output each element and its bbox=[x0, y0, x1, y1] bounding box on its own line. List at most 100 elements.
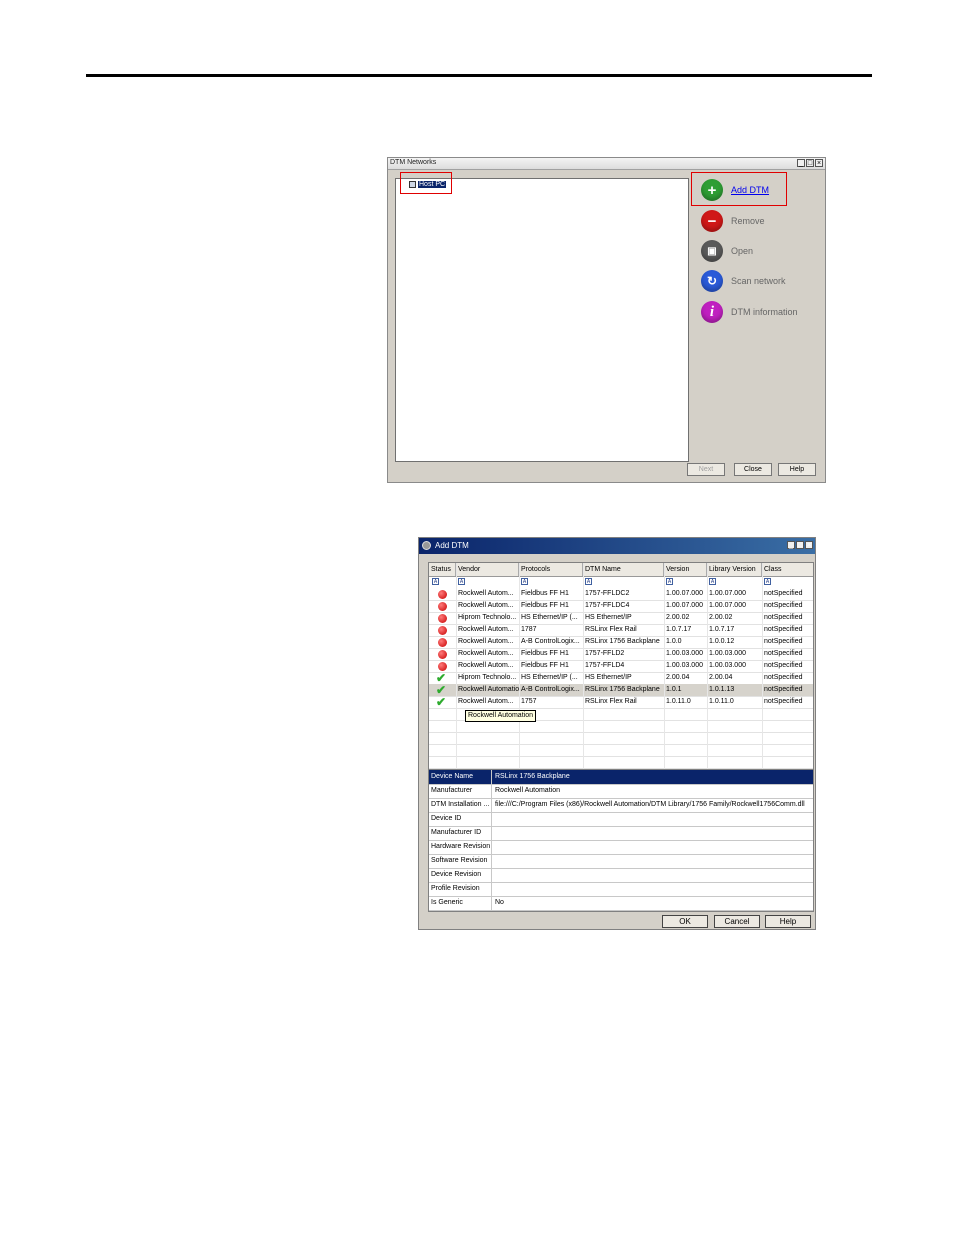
property-key: Manufacturer ID bbox=[429, 826, 492, 840]
protocol-cell: A-B ControlLogix... bbox=[521, 686, 580, 693]
error-icon bbox=[438, 614, 447, 623]
grid-column-divider bbox=[456, 563, 457, 769]
scan-network-button[interactable]: ↻ Scan network bbox=[701, 270, 786, 292]
remove-button[interactable]: − Remove bbox=[701, 210, 765, 232]
dtm-name-cell: 1757-FFLDC4 bbox=[585, 602, 630, 609]
filter-icon[interactable]: A bbox=[585, 578, 592, 585]
minus-icon: − bbox=[701, 210, 723, 232]
property-key: Device ID bbox=[429, 812, 492, 826]
version-cell: 1.0.11.0 bbox=[666, 698, 691, 705]
dtm-name-cell: HS Ethernet/IP bbox=[585, 674, 632, 681]
filter-icon[interactable]: A bbox=[432, 578, 439, 585]
vendor-cell: Rockwell Autom... bbox=[458, 590, 514, 597]
action-label: Scan network bbox=[731, 276, 786, 286]
property-row[interactable]: Profile Revision bbox=[429, 882, 813, 897]
help-button[interactable]: Help bbox=[778, 463, 816, 476]
property-value bbox=[493, 812, 813, 826]
filter-icon[interactable]: A bbox=[709, 578, 716, 585]
protocol-cell: 1757 bbox=[521, 698, 537, 705]
property-key: Manufacturer bbox=[429, 784, 492, 798]
dtm-name-cell: RSLinx Flex Rail bbox=[585, 698, 637, 705]
library-version-cell: 2.00.04 bbox=[709, 674, 733, 681]
minimize-icon[interactable]: _ bbox=[797, 159, 805, 167]
class-cell: notSpecified bbox=[764, 650, 803, 657]
filter-icon[interactable]: A bbox=[521, 578, 528, 585]
column-header-protocols[interactable]: Protocols bbox=[519, 563, 583, 576]
filter-icon[interactable]: A bbox=[764, 578, 771, 585]
close-button[interactable]: Close bbox=[734, 463, 772, 476]
empty-row bbox=[429, 756, 813, 769]
property-row[interactable]: DTM Installation ... file:///C:/Program F… bbox=[429, 798, 813, 813]
version-cell: 1.0.0 bbox=[666, 638, 682, 645]
network-tree[interactable]: Host PC bbox=[395, 178, 689, 462]
error-icon bbox=[438, 602, 447, 611]
vendor-cell: Rockwell Autom... bbox=[458, 638, 514, 645]
version-cell: 1.00.03.000 bbox=[666, 650, 703, 657]
version-cell: 2.00.02 bbox=[666, 614, 690, 621]
protocol-cell: Fieldbus FF H1 bbox=[521, 650, 569, 657]
dtm-name-cell: RSLinx 1756 Backplane bbox=[585, 638, 660, 645]
dtm-name-cell: 1757-FFLD4 bbox=[585, 662, 625, 669]
class-cell: notSpecified bbox=[764, 626, 803, 633]
vendor-cell: Rockwell Automation bbox=[458, 686, 519, 693]
maximize-icon[interactable]: □ bbox=[806, 159, 814, 167]
library-version-cell: 1.00.03.000 bbox=[709, 650, 746, 657]
vendor-cell: Rockwell Autom... bbox=[458, 698, 514, 705]
property-row[interactable]: Hardware Revision bbox=[429, 840, 813, 855]
close-icon[interactable]: × bbox=[805, 541, 813, 549]
vendor-cell: Rockwell Autom... bbox=[458, 650, 514, 657]
column-header-dtm-name[interactable]: DTM Name bbox=[583, 563, 664, 576]
dtm-name-cell: 1757-FFLD2 bbox=[585, 650, 625, 657]
property-row[interactable]: Device Name RSLinx 1756 Backplane bbox=[429, 770, 813, 785]
filter-icon[interactable]: A bbox=[458, 578, 465, 585]
column-header-status[interactable]: Status bbox=[429, 563, 456, 576]
help-button[interactable]: Help bbox=[765, 915, 811, 928]
property-row[interactable]: Is Generic No bbox=[429, 896, 813, 911]
cancel-button[interactable]: Cancel bbox=[714, 915, 760, 928]
vendor-cell: Hiprom Technolo... bbox=[458, 614, 517, 621]
vendor-cell: Rockwell Autom... bbox=[458, 662, 514, 669]
error-icon bbox=[438, 650, 447, 659]
property-key: Profile Revision bbox=[429, 882, 492, 896]
filter-icon[interactable]: A bbox=[666, 578, 673, 585]
maximize-icon[interactable]: □ bbox=[796, 541, 804, 549]
property-value: No bbox=[495, 899, 504, 906]
error-icon bbox=[438, 662, 447, 671]
dtm-information-button[interactable]: i DTM information bbox=[701, 301, 798, 323]
protocol-cell: Fieldbus FF H1 bbox=[521, 602, 569, 609]
info-icon: i bbox=[701, 301, 723, 323]
version-cell: 1.00.03.000 bbox=[666, 662, 703, 669]
column-header-class[interactable]: Class bbox=[762, 563, 813, 576]
dtm-networks-window: DTM Networks _ □ × Host PC + Add DTM − R… bbox=[387, 157, 826, 483]
close-icon[interactable]: × bbox=[815, 159, 823, 167]
open-button[interactable]: ▣ Open bbox=[701, 240, 753, 262]
minimize-icon[interactable]: _ bbox=[787, 541, 795, 549]
class-cell: notSpecified bbox=[764, 698, 803, 705]
column-header-library-version[interactable]: Library Version bbox=[707, 563, 762, 576]
property-value bbox=[493, 854, 813, 868]
property-row[interactable]: Software Revision bbox=[429, 854, 813, 869]
grid-column-divider bbox=[664, 563, 665, 769]
property-row[interactable]: Device Revision bbox=[429, 868, 813, 883]
property-row[interactable]: Manufacturer ID bbox=[429, 826, 813, 841]
version-cell: 1.00.07.000 bbox=[666, 602, 703, 609]
ok-button[interactable]: OK bbox=[662, 915, 708, 928]
library-version-cell: 1.0.0.12 bbox=[709, 638, 735, 645]
class-cell: notSpecified bbox=[764, 638, 803, 645]
class-cell: notSpecified bbox=[764, 614, 803, 621]
column-header-vendor[interactable]: Vendor bbox=[456, 563, 519, 576]
action-label: DTM information bbox=[731, 307, 798, 317]
add-dtm-titlebar: Add DTM _ □ × bbox=[419, 538, 815, 554]
vendor-cell: Rockwell Autom... bbox=[458, 602, 514, 609]
next-button[interactable]: Next bbox=[687, 463, 725, 476]
property-value bbox=[493, 882, 813, 896]
protocol-cell: Fieldbus FF H1 bbox=[521, 662, 569, 669]
dtm-networks-titlebar: DTM Networks _ □ × bbox=[388, 158, 825, 170]
class-cell: notSpecified bbox=[764, 686, 803, 693]
vendor-tooltip: Rockwell Automation bbox=[465, 710, 536, 722]
property-row[interactable]: Device ID bbox=[429, 812, 813, 827]
property-row[interactable]: Manufacturer Rockwell Automation bbox=[429, 784, 813, 799]
library-version-cell: 1.00.07.000 bbox=[709, 590, 746, 597]
column-header-version[interactable]: Version bbox=[664, 563, 707, 576]
protocol-cell: HS Ethernet/IP (... bbox=[521, 614, 578, 621]
